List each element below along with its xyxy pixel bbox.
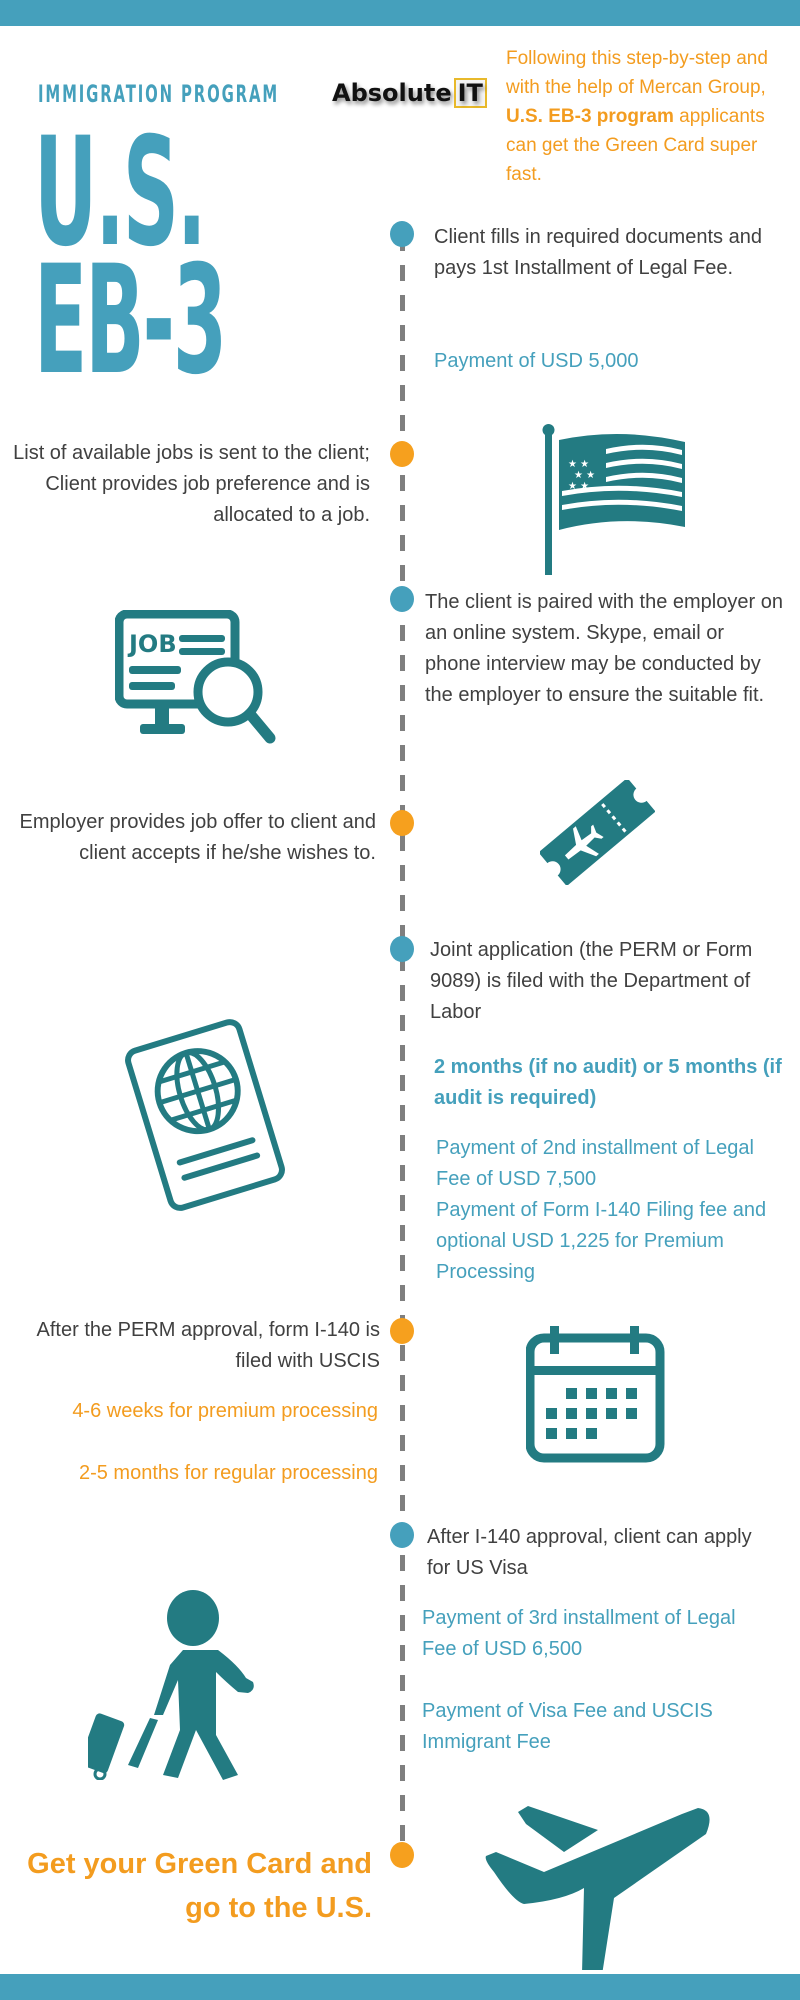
step-1-payment: Payment of USD 5,000 <box>434 350 639 372</box>
job-search-monitor-icon: JOB <box>115 610 290 745</box>
timeline-dot-step-1 <box>390 221 414 247</box>
logo-badge: IT <box>453 78 487 108</box>
step-6-duration-premium: 4-6 weeks for premium processing <box>72 1400 378 1422</box>
absolute-it-logo: Absolute IT <box>332 78 487 108</box>
step-4-text: Employer provides job offer to client an… <box>19 811 377 864</box>
step-7-payment-1: Payment of 3rd installment of Legal Fee … <box>422 1607 736 1660</box>
final-step-text: Get your Green Card and go to the U.S. <box>27 1848 372 1924</box>
step-7-payment-2: Payment of Visa Fee and USCIS Immigrant … <box>422 1700 713 1753</box>
timeline-dot-step-3 <box>390 586 414 612</box>
intro-text: Following this step-by-step and with the… <box>506 44 796 189</box>
svg-text:JOB: JOB <box>127 630 177 658</box>
airplane-icon <box>484 1800 714 1970</box>
program-kicker: IMMIGRATION PROGRAM <box>38 80 280 108</box>
step-2-text: List of available jobs is sent to the cl… <box>13 442 370 526</box>
step-6-duration-regular: 2-5 months for regular processing <box>78 1462 378 1484</box>
timeline-dot-step-5 <box>390 936 414 962</box>
step-1-text: Client fills in required documents and p… <box>434 226 762 279</box>
step-7-text: After I-140 approval, client can apply f… <box>427 1526 752 1579</box>
intro-part1: Following this step-by-step and with the… <box>506 48 768 98</box>
step-5-payment-1: Payment of 2nd installment of Legal Fee … <box>436 1137 754 1190</box>
traveler-with-luggage-icon <box>88 1590 258 1780</box>
bottom-banner-bar <box>0 1974 800 2000</box>
intro-highlight: U.S. EB-3 program <box>506 106 674 127</box>
page-title-line2: EB-3 <box>34 234 227 408</box>
step-5-payment-2: Payment of Form I-140 Filing fee and opt… <box>436 1199 767 1283</box>
plane-ticket-icon <box>540 780 655 885</box>
svg-text:★ ★: ★ ★ <box>568 481 589 492</box>
timeline-dot-step-2 <box>390 441 414 467</box>
svg-text:★ ★: ★ ★ <box>568 459 589 470</box>
us-flag-icon: ★ ★ ★ ★ ★ ★ <box>540 422 690 577</box>
step-3-text: The client is paired with the employer o… <box>425 591 783 706</box>
timeline-dot-step-8 <box>390 1842 414 1868</box>
timeline-line <box>400 235 405 1855</box>
top-banner-bar <box>0 0 800 26</box>
calendar-icon <box>526 1324 666 1464</box>
step-6-text: After the PERM approval, form I-140 is f… <box>36 1319 380 1372</box>
passport-icon <box>115 1015 295 1215</box>
timeline-dot-step-4 <box>390 810 414 836</box>
step-5-duration: 2 months (if no audit) or 5 months (if a… <box>434 1056 782 1109</box>
step-5-text: Joint application (the PERM or Form 9089… <box>430 939 753 1023</box>
logo-word: Absolute <box>332 79 452 107</box>
timeline-dot-step-7 <box>390 1522 414 1548</box>
svg-text:★ ★: ★ ★ <box>574 470 595 481</box>
timeline-dot-step-6 <box>390 1318 414 1344</box>
